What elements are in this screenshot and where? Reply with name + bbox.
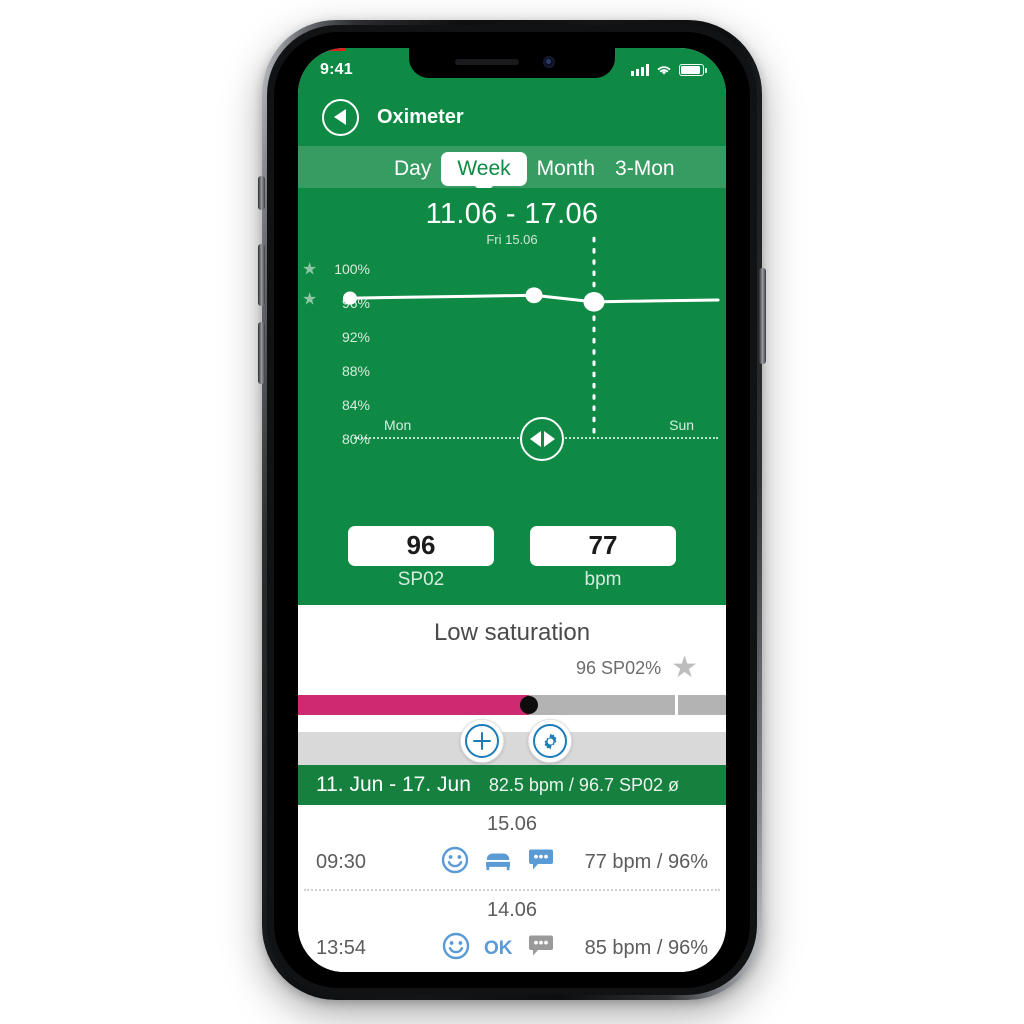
entry-values: 77 bpm / 96% — [584, 851, 708, 873]
screenshot-stage: 9:41 Oximeter Day Week Month 3-Mon 11.06… — [0, 0, 1024, 1024]
x-tick-mon: Mon — [384, 417, 412, 433]
slider-fill — [298, 695, 530, 715]
chart-plot[interactable]: 100% 96% 92% 88% 84% 80% ★ ★ Mon Sun — [298, 236, 726, 461]
list-item[interactable]: 13:54 OK 85 bpm / 96% — [298, 926, 726, 972]
sp02-value: 96 — [348, 526, 494, 566]
tab-month[interactable]: Month — [527, 157, 605, 188]
tab-day[interactable]: Day — [384, 157, 441, 188]
comment-icon[interactable] — [527, 848, 555, 877]
status-bar-time: 9:41 — [320, 61, 353, 78]
chart-range-title: 11.06 - 17.06 — [425, 198, 599, 230]
smiley-icon[interactable] — [441, 846, 469, 879]
back-arrow-icon[interactable] — [322, 98, 359, 136]
phone-notch — [409, 48, 615, 78]
screen-edge-artifact — [298, 48, 346, 51]
action-bar-top-strip — [298, 715, 726, 732]
sp02-unit: SP02 — [397, 569, 445, 590]
period-tab-bar: Day Week Month 3-Mon — [298, 146, 726, 188]
phone-screen: 9:41 Oximeter Day Week Month 3-Mon 11.06… — [298, 48, 726, 972]
tab-week[interactable]: Week — [441, 152, 527, 186]
phone-volume-down-button[interactable] — [258, 322, 265, 384]
entry-values: 85 bpm / 96% — [584, 937, 708, 959]
goal-star-icon-100: ★ — [302, 259, 318, 279]
entry-time: 09:30 — [316, 851, 367, 873]
saturation-reading-row: 96 SP02% ★ — [298, 647, 726, 683]
bpm-unit: bpm — [584, 569, 622, 590]
chevron-left-icon — [529, 431, 541, 447]
comment-icon-gray[interactable] — [527, 934, 555, 963]
cellular-signal-icon — [631, 64, 649, 76]
saturation-reading: 96 SP02% — [576, 657, 662, 678]
current-values-row: 96 SP02 77 bpm — [298, 514, 726, 605]
measurement-list: 15.06 09:30 77 bpm / 96% 14.06 13:54 OK … — [298, 805, 726, 972]
list-item[interactable]: 09:30 77 bpm / 96% — [298, 840, 726, 889]
phone-mute-switch[interactable] — [258, 176, 265, 210]
summary-averages: 82.5 bpm / 96.7 SP02 ø — [488, 774, 679, 795]
bpm-value-box: 77 bpm — [530, 526, 676, 591]
tab-3-month[interactable]: 3-Mon — [605, 157, 685, 188]
summary-range: 11. Jun - 17. Jun — [316, 773, 471, 796]
add-entry-button[interactable] — [460, 719, 504, 763]
bpm-value: 77 — [530, 526, 676, 566]
settings-button[interactable] — [528, 719, 572, 763]
data-point-mon — [343, 291, 357, 305]
chart-line-area — [343, 236, 720, 441]
action-bar — [298, 715, 726, 765]
plus-icon — [465, 724, 499, 758]
entry-time: 13:54 — [316, 937, 367, 959]
wifi-icon — [656, 64, 672, 76]
ok-label: OK — [484, 937, 513, 959]
data-point-thu — [525, 287, 543, 304]
star-icon: ★ — [671, 651, 698, 684]
saturation-slider[interactable] — [298, 695, 726, 715]
bed-icon[interactable] — [483, 848, 513, 877]
chart-panel: 11.06 - 17.06 Fri 15.06 100% 96% 92% 88%… — [298, 188, 726, 514]
earpiece-speaker — [455, 59, 519, 65]
phone-power-button[interactable] — [759, 268, 766, 364]
gear-icon — [533, 724, 567, 758]
battery-icon — [679, 64, 707, 76]
slider-tick-mark — [674, 695, 678, 715]
sp02-value-box: 96 SP02 — [348, 526, 494, 591]
nav-bar: Oximeter — [298, 88, 726, 146]
saturation-card: Low saturation 96 SP02% ★ — [298, 605, 726, 715]
chart-selected-day: Fri 15.06 — [486, 232, 538, 247]
scrubber-handle-icon[interactable] — [520, 417, 564, 461]
phone-volume-up-button[interactable] — [258, 244, 265, 306]
entry-icons: OK — [412, 932, 585, 965]
entry-icons — [412, 846, 585, 879]
summary-bar: 11. Jun - 17. Jun 82.5 bpm / 96.7 SP02 ø — [298, 765, 726, 805]
slider-knob[interactable] — [520, 696, 539, 714]
data-point-fri-selected — [583, 292, 605, 312]
slider-track — [529, 695, 726, 715]
page-title: Oximeter — [377, 105, 464, 128]
chevron-right-icon — [543, 431, 555, 447]
front-camera — [543, 56, 555, 68]
saturation-title: Low saturation — [433, 619, 591, 646]
x-tick-sun: Sun — [669, 417, 695, 433]
list-date-header: 15.06 — [486, 813, 538, 835]
smiley-icon[interactable] — [442, 932, 470, 965]
goal-star-icon-96: ★ — [302, 289, 318, 309]
list-date-header: 14.06 — [486, 899, 538, 921]
status-bar-indicators — [631, 64, 707, 76]
